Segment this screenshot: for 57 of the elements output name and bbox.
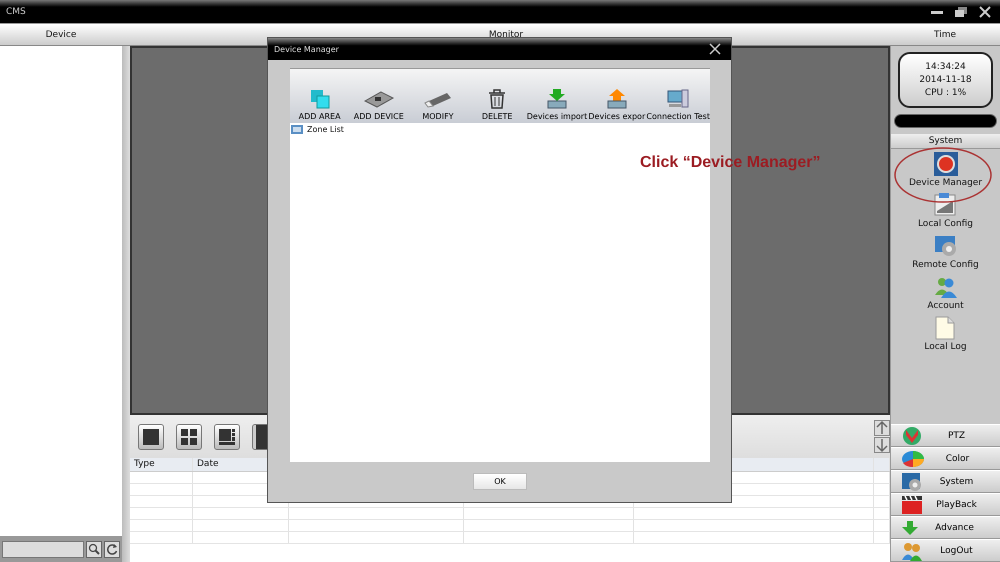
single-grid-icon — [142, 428, 160, 446]
export-icon — [606, 89, 627, 109]
menu-item[interactable]: Local Config — [918, 193, 974, 231]
clock-time: 14:34:24 — [925, 62, 966, 72]
panel-title: System — [891, 134, 1000, 149]
single-view-button[interactable] — [138, 424, 164, 450]
up-arrow-icon[interactable] — [874, 420, 890, 436]
down-arrow-icon[interactable] — [874, 437, 890, 453]
toolbar-button[interactable]: DELETE — [468, 89, 527, 121]
menu-button[interactable]: PlayBack — [891, 493, 1000, 516]
menu-button[interactable]: System — [891, 470, 1000, 493]
palette-icon — [901, 450, 925, 468]
computer-icon — [667, 89, 690, 109]
folder-icon — [291, 124, 303, 134]
toolbar-button[interactable]: MODIFY — [408, 89, 468, 121]
document-icon — [935, 316, 956, 340]
down-arrow-icon — [901, 520, 919, 536]
trash-icon — [488, 89, 506, 109]
menu-item[interactable]: Local Log — [924, 316, 967, 354]
window-title: CMS — [6, 6, 26, 16]
column-heading: Device — [44, 30, 78, 40]
layout-button[interactable] — [214, 424, 240, 450]
clock-date: 2014-11-18 — [919, 75, 972, 85]
toolbar-button[interactable]: ADD DEVICE — [349, 89, 408, 121]
users-icon — [934, 275, 958, 299]
menu-item[interactable]: Remote Config — [912, 234, 979, 272]
menu-button[interactable]: Advance — [891, 516, 1000, 539]
toolbar-button[interactable]: Devices import — [526, 89, 588, 121]
import-icon — [546, 89, 567, 109]
column-heading: Time — [932, 30, 958, 40]
clapperboard-icon — [901, 494, 923, 514]
column-heading: Monitor — [488, 30, 524, 40]
circuit-board-icon — [362, 89, 395, 109]
dialog-title: Device Manager — [274, 44, 339, 54]
tree-item[interactable]: Zone List — [291, 124, 710, 134]
alarm-icon — [934, 152, 958, 176]
ok-button[interactable]: OK — [473, 472, 527, 490]
menu-item[interactable]: Account — [927, 275, 964, 313]
close-icon[interactable] — [709, 43, 721, 55]
menu-button[interactable]: Color — [891, 447, 1000, 470]
search-field[interactable] — [2, 540, 84, 558]
squares-icon — [310, 89, 330, 109]
toolbar-button[interactable]: Connection Test — [646, 89, 710, 121]
menu-button[interactable]: PTZ — [891, 424, 1000, 447]
users-icon — [901, 540, 923, 560]
cpu-usage: CPU : 1% — [924, 88, 966, 98]
toolbar-button[interactable]: ADD AREA — [290, 89, 350, 121]
toolbar-button[interactable]: Devices expor — [587, 89, 646, 121]
menu-button[interactable]: LogOut — [891, 539, 1000, 562]
layout-grid-icon — [218, 428, 236, 446]
restore-icon[interactable] — [954, 6, 968, 18]
column-header: Type — [130, 458, 193, 471]
refresh-button[interactable] — [104, 540, 120, 558]
quad-grid-icon — [180, 428, 198, 446]
close-icon[interactable] — [978, 6, 992, 18]
search-button[interactable] — [86, 540, 102, 558]
quad-view-button[interactable] — [176, 424, 202, 450]
